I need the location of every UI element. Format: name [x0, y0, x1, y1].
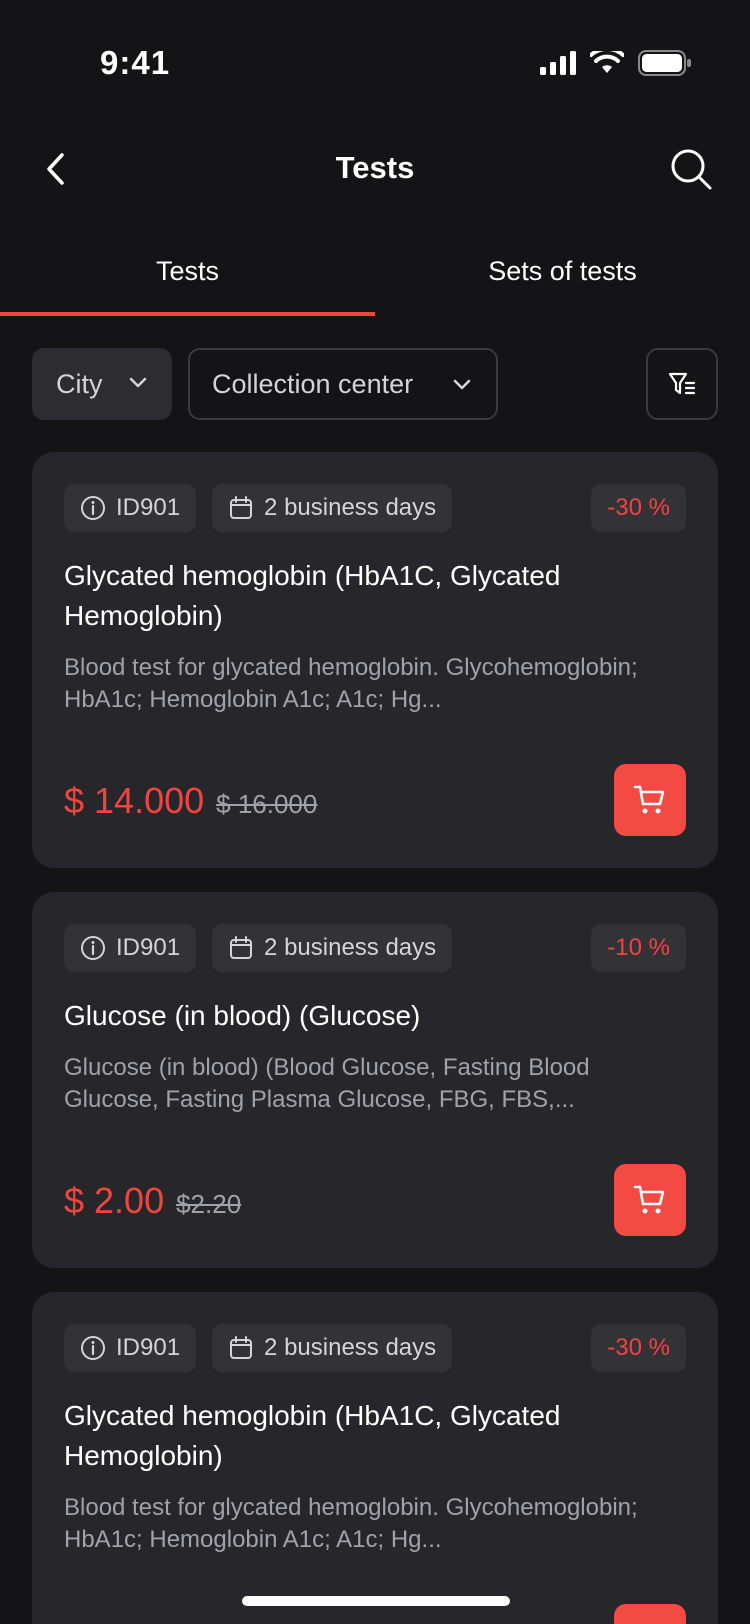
duration-text: 2 business days	[264, 934, 437, 961]
duration-badge: 2 business days	[212, 484, 453, 532]
test-title: Glycated hemoglobin (HbA1C, Glycated Hem…	[64, 560, 561, 631]
status-time: 9:41	[100, 44, 171, 81]
calendar-icon	[230, 1336, 253, 1359]
price-row: $ 2.00 $2.20	[64, 1180, 241, 1222]
current-price: $ 14.000	[64, 780, 205, 821]
info-icon	[81, 936, 105, 960]
filter-button[interactable]	[646, 348, 718, 420]
add-to-cart-button[interactable]	[614, 1604, 686, 1624]
tab-tests[interactable]: Tests	[0, 240, 375, 316]
page-title: Tests	[335, 150, 415, 185]
discount-badge: -30 %	[591, 1324, 686, 1372]
signal-icon	[540, 51, 576, 75]
chevron-down-icon	[453, 379, 471, 390]
badge-row: ID901 2 business days	[64, 924, 453, 972]
test-id: ID901	[116, 494, 181, 521]
cart-icon	[633, 1185, 665, 1214]
duration-text: 2 business days	[264, 1334, 437, 1361]
test-description: Glucose (in blood) (Blood Glucose, Fasti…	[64, 1054, 590, 1113]
test-card[interactable]: ID901 2 business days -30 % Glycated hem…	[32, 452, 718, 868]
discount-badge: -10 %	[591, 924, 686, 972]
add-to-cart-button[interactable]	[614, 764, 686, 836]
test-title: Glycated hemoglobin (HbA1C, Glycated Hem…	[64, 1400, 561, 1471]
duration-badge: 2 business days	[212, 1324, 453, 1372]
cart-icon	[633, 785, 665, 814]
test-id: ID901	[116, 1334, 181, 1361]
test-card[interactable]: ID901 2 business days -30 % Glycated hem…	[32, 1292, 718, 1624]
add-to-cart-button[interactable]	[614, 1164, 686, 1236]
test-description: Blood test for glycated hemoglobin. Glyc…	[64, 1494, 638, 1553]
current-price: $ 2.00	[64, 1180, 165, 1221]
collection-center-label: Collection center	[212, 368, 414, 399]
test-title: Glucose (in blood) (Glucose)	[64, 1000, 421, 1031]
home-indicator[interactable]	[242, 1596, 510, 1606]
duration-badge: 2 business days	[212, 924, 453, 972]
tab-bar: Tests Sets of tests	[0, 240, 750, 316]
discount-badge: -30 %	[591, 484, 686, 532]
info-icon	[81, 1336, 105, 1360]
calendar-icon	[230, 936, 253, 959]
search-button[interactable]	[668, 146, 714, 192]
status-bar: 9:41	[0, 0, 750, 130]
test-id: ID901	[116, 934, 181, 961]
id-badge: ID901	[64, 924, 197, 972]
filter-icon	[668, 372, 696, 395]
filter-bar: City Collection center	[32, 348, 718, 420]
wifi-icon	[590, 51, 624, 73]
city-dropdown[interactable]: City	[32, 348, 172, 420]
id-badge: ID901	[64, 484, 197, 532]
collection-center-dropdown[interactable]: Collection center	[188, 348, 498, 420]
id-badge: ID901	[64, 1324, 197, 1372]
badge-row: ID901 2 business days	[64, 1324, 453, 1372]
search-icon	[671, 149, 712, 190]
test-description: Blood test for glycated hemoglobin. Glyc…	[64, 654, 638, 713]
status-icons	[540, 50, 692, 76]
price-row: $ 14.000 $ 16.000	[64, 780, 317, 822]
info-icon	[81, 496, 105, 520]
duration-text: 2 business days	[264, 494, 437, 521]
old-price: $ 16.000	[216, 789, 318, 819]
old-price: $2.20	[176, 1189, 242, 1219]
calendar-icon	[230, 496, 253, 519]
tab-sets-of-tests[interactable]: Sets of tests	[375, 240, 750, 316]
chevron-down-icon	[129, 377, 147, 388]
badge-row: ID901 2 business days	[64, 484, 453, 532]
test-card[interactable]: ID901 2 business days -10 % Glucose (in …	[32, 892, 718, 1268]
battery-icon	[638, 50, 691, 76]
city-dropdown-label: City	[56, 368, 103, 399]
